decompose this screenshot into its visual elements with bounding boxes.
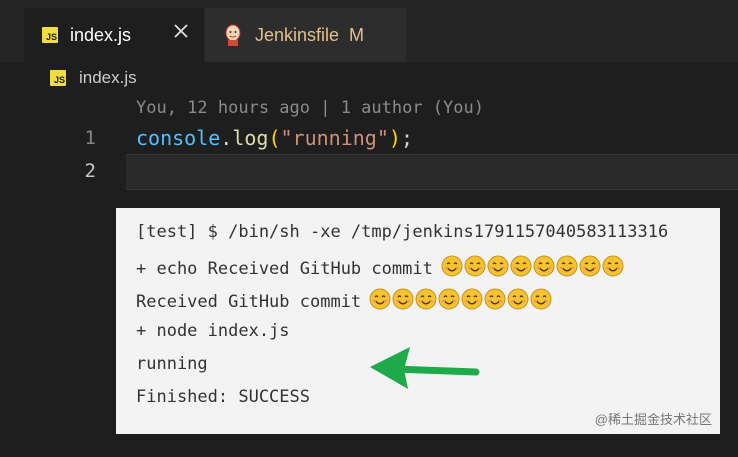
smiley-face-icon bbox=[533, 255, 555, 277]
smiley-face-icon bbox=[369, 288, 391, 310]
smiley-face-icon bbox=[579, 255, 601, 277]
code-token: ; bbox=[400, 126, 413, 150]
code-line[interactable]: console.log("running"); bbox=[136, 126, 413, 150]
smiley-face-icon bbox=[556, 255, 578, 277]
smiley-face-icon bbox=[484, 288, 506, 310]
breadcrumb[interactable]: JS index.js bbox=[50, 66, 137, 90]
emoji-row bbox=[441, 255, 624, 277]
tab-label: index.js bbox=[70, 24, 132, 45]
smiley-face-icon bbox=[510, 255, 532, 277]
git-blame-annotation[interactable]: You, 12 hours ago | 1 author (You) bbox=[136, 98, 484, 118]
code-token: "running" bbox=[280, 126, 389, 150]
console-line: running bbox=[136, 354, 208, 374]
jenkins-icon bbox=[225, 24, 241, 46]
smiley-face-icon bbox=[487, 255, 509, 277]
tab-bar: JS index.js Jenkinsfile M bbox=[0, 0, 738, 62]
console-line-text: + echo Received GitHub commit bbox=[136, 259, 433, 279]
modified-badge: M bbox=[349, 24, 365, 45]
smiley-face-icon bbox=[392, 288, 414, 310]
console-line: Received GitHub commit bbox=[136, 288, 552, 312]
smiley-face-icon bbox=[461, 288, 483, 310]
smiley-face-icon bbox=[530, 288, 552, 310]
code-token: . bbox=[220, 126, 233, 150]
code-token: console bbox=[136, 126, 221, 150]
smiley-face-icon bbox=[602, 255, 624, 277]
console-line-text: Received GitHub commit bbox=[136, 292, 362, 312]
code-token: log bbox=[232, 126, 269, 150]
console-line: + node index.js bbox=[136, 321, 290, 341]
tab-jenkinsfile[interactable]: Jenkinsfile M bbox=[204, 8, 406, 62]
arrow-icon bbox=[370, 347, 480, 389]
close-icon[interactable] bbox=[172, 22, 190, 40]
js-file-icon: JS bbox=[42, 27, 58, 43]
breadcrumb-label: index.js bbox=[79, 68, 137, 87]
emoji-row bbox=[369, 288, 552, 310]
console-line: + echo Received GitHub commit bbox=[136, 255, 624, 279]
smiley-face-icon bbox=[415, 288, 437, 310]
tab-index-js[interactable]: JS index.js bbox=[24, 8, 204, 62]
smiley-face-icon bbox=[438, 288, 460, 310]
code-token: ) bbox=[388, 126, 401, 150]
smiley-face-icon bbox=[507, 288, 529, 310]
current-line-highlight bbox=[126, 154, 738, 190]
js-file-icon: JS bbox=[50, 70, 66, 86]
code-token: ( bbox=[268, 126, 281, 150]
smiley-face-icon bbox=[441, 255, 463, 277]
line-number: 2 bbox=[84, 160, 96, 182]
console-output-panel: [test] $ /bin/sh -xe /tmp/jenkins1791157… bbox=[116, 208, 720, 434]
console-line: Finished: SUCCESS bbox=[136, 387, 310, 407]
line-number: 1 bbox=[84, 127, 96, 149]
watermark: @稀土掘金技术社区 bbox=[594, 412, 712, 427]
console-line: [test] $ /bin/sh -xe /tmp/jenkins1791157… bbox=[136, 222, 669, 242]
tab-label: Jenkinsfile bbox=[255, 24, 340, 45]
smiley-face-icon bbox=[464, 255, 486, 277]
